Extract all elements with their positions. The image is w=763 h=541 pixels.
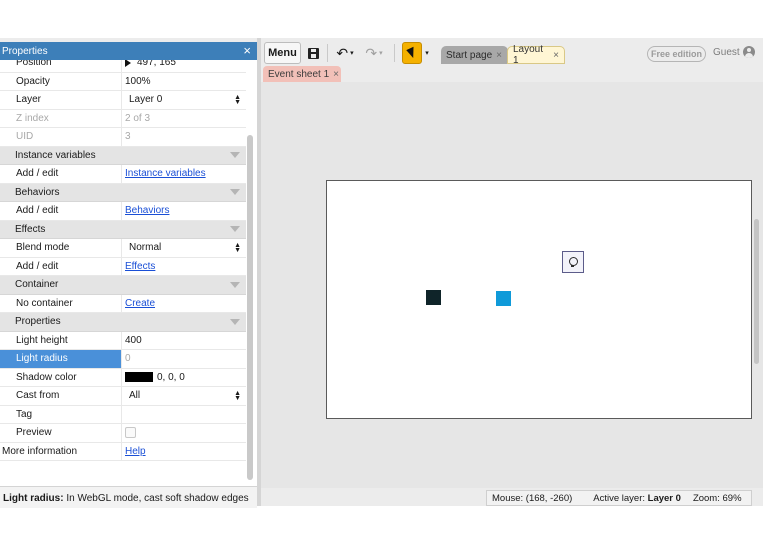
tag-field[interactable] [122,406,246,424]
property-description: Light radius: In WebGL mode, cast soft s… [0,486,257,508]
redo-icon: ↷ [365,44,378,61]
pointer-tool-dropdown[interactable]: ▾ [423,42,431,64]
prop-position[interactable]: Position 497, 165 [0,60,246,73]
light-object[interactable] [562,251,584,273]
layout-canvas[interactable] [326,180,752,419]
pointer-tool-button[interactable] [402,42,422,64]
expand-triangle-icon[interactable] [125,60,131,67]
behaviors-link[interactable]: Behaviors [125,205,169,216]
collapse-triangle-icon[interactable] [230,226,240,233]
close-icon[interactable]: × [243,44,251,57]
sprite-dark-square[interactable] [426,290,441,305]
prop-more-information: More information Help [0,442,246,461]
prop-layer[interactable]: Layer Layer 0 ▲ ▼ [0,91,246,110]
prop-tag[interactable]: Tag [0,405,246,424]
cursor-arrow-icon [406,46,418,60]
undo-icon: ↶ [336,44,349,61]
light-height-field[interactable]: 400 [122,332,246,350]
layout-vertical-scrollbar[interactable] [754,219,759,364]
properties-list: Position 497, 165 Opacity 100% Layer Lay… [0,60,257,486]
section-behaviors[interactable]: Behaviors [0,183,246,202]
chevron-down-icon: ▾ [425,50,429,57]
blend-mode-select[interactable]: Normal ▲ ▼ [122,239,246,257]
properties-panel-title: Properties [2,45,48,57]
prop-cast-from[interactable]: Cast from All ▲ ▼ [0,387,246,406]
collapse-triangle-icon[interactable] [230,281,240,288]
save-button[interactable] [305,42,321,64]
effects-link[interactable]: Effects [125,261,155,272]
active-layer: Active layer: Layer 0 [593,492,681,504]
light-radius-field[interactable]: 0 [122,350,246,368]
section-effects[interactable]: Effects [0,220,246,239]
close-icon[interactable]: × [333,69,339,80]
tab-event-sheet-1[interactable]: Event sheet 1 × [263,66,341,82]
tab-layout-1[interactable]: Layout 1 × [507,44,565,66]
prop-preview[interactable]: Preview [0,424,246,443]
chevron-down-icon: ▾ [379,50,383,57]
select-updown-icon: ▲ ▼ [234,242,241,254]
mouse-coordinates: Mouse: (168, -260) [492,492,573,504]
properties-panel: Properties × Position 497, 165 Opacity 1… [0,42,257,508]
section-container[interactable]: Container [0,276,246,295]
collapse-triangle-icon[interactable] [230,189,240,196]
zoom-level: Zoom: 69% [692,492,742,504]
undo-button[interactable]: ↶ ▾ [333,42,357,64]
properties-panel-header: Properties × [0,42,257,60]
lightbulb-icon [568,256,578,267]
prop-uid: UID 3 [0,128,246,147]
user-name[interactable]: Guest [713,47,740,58]
help-link[interactable]: Help [125,446,146,457]
select-updown-icon: ▲ ▼ [234,390,241,402]
prop-z-index: Z index 2 of 3 [0,109,246,128]
prop-opacity[interactable]: Opacity 100% [0,72,246,91]
tab-start-page[interactable]: Start page × [441,46,508,64]
layout-view[interactable] [261,82,763,488]
sprite-blue-square[interactable] [496,291,511,306]
layer-select[interactable]: Layer 0 ▲ ▼ [122,91,246,109]
redo-button[interactable]: ↷ ▾ [362,42,386,64]
collapse-triangle-icon[interactable] [230,318,240,325]
close-icon[interactable]: × [496,50,502,61]
main-toolbar: Menu ↶ ▾ ↷ ▾ ▾ Start page × Layout 1 × F… [261,38,763,66]
toolbar-divider [327,44,328,62]
preview-checkbox[interactable] [125,427,136,439]
create-container-link[interactable]: Create [125,298,155,309]
color-swatch[interactable] [125,372,153,383]
instance-variables-link[interactable]: Instance variables [125,168,206,179]
prop-effects-edit: Add / edit Effects [0,257,246,276]
construct-editor-window: Properties × Position 497, 165 Opacity 1… [0,38,763,508]
prop-instance-variables-edit: Add / edit Instance variables [0,165,246,184]
menu-button[interactable]: Menu [264,42,301,64]
status-bar: Mouse: (168, -260) Active layer: Layer 0… [486,490,752,506]
prop-blend-mode[interactable]: Blend mode Normal ▲ ▼ [0,239,246,258]
prop-no-container: No container Create [0,294,246,313]
cast-from-select[interactable]: All ▲ ▼ [122,387,246,405]
chevron-down-icon: ▾ [350,50,354,57]
prop-behaviors-edit: Add / edit Behaviors [0,202,246,221]
collapse-triangle-icon[interactable] [230,152,240,159]
edition-badge[interactable]: Free edition [647,46,707,62]
prop-shadow-color[interactable]: Shadow color 0, 0, 0 [0,368,246,387]
properties-scrollbar[interactable] [247,135,253,480]
save-icon [307,47,319,59]
section-properties[interactable]: Properties [0,313,246,332]
prop-light-height[interactable]: Light height 400 [0,331,246,350]
select-updown-icon: ▲ ▼ [234,94,241,106]
user-avatar-icon[interactable] [743,46,755,58]
prop-light-radius[interactable]: Light radius 0 [0,350,246,369]
section-instance-variables[interactable]: Instance variables [0,146,246,165]
toolbar-divider [394,44,395,62]
close-icon[interactable]: × [553,50,559,61]
